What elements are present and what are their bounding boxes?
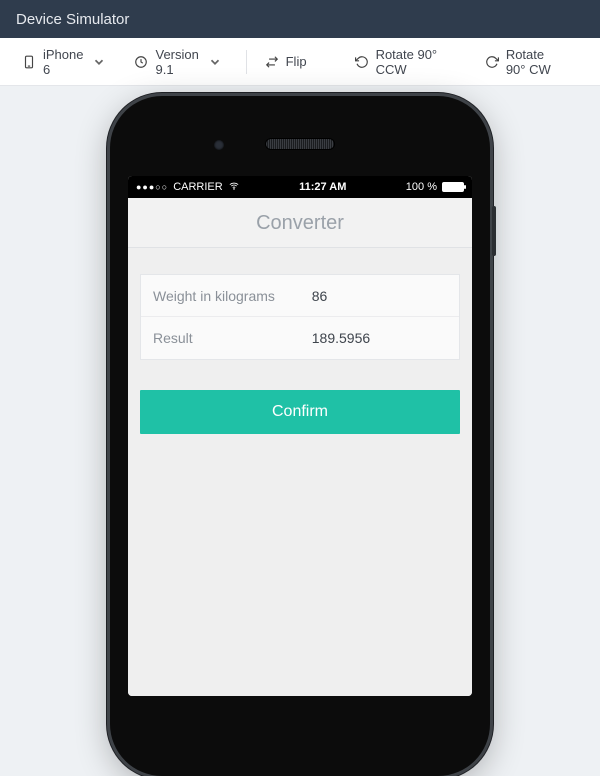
flip-icon [265, 55, 279, 69]
converter-form: Weight in kilograms 86 Result 189.5956 [140, 274, 460, 360]
confirm-button[interactable]: Confirm [140, 390, 460, 434]
wifi-icon [228, 181, 240, 194]
result-value: 189.5956 [312, 330, 447, 346]
result-row: Result 189.5956 [141, 317, 459, 359]
carrier-label: CARRIER [173, 181, 223, 193]
device-dropdown[interactable]: iPhone 6 [14, 41, 114, 83]
result-label: Result [153, 330, 312, 346]
rotate-cw-button[interactable]: Rotate 90° CW [477, 41, 574, 83]
chevron-down-icon [92, 55, 106, 69]
rotate-ccw-label: Rotate 90° CCW [376, 47, 443, 77]
weight-input-row[interactable]: Weight in kilograms 86 [141, 275, 459, 317]
app-header: Device Simulator [0, 0, 600, 38]
rotate-cw-label: Rotate 90° CW [506, 47, 566, 77]
ios-status-time: 11:27 AM [299, 181, 346, 193]
ios-status-bar: ●●●○○ CARRIER 11:27 AM 100 % [128, 176, 472, 198]
device-camera [214, 140, 224, 150]
chevron-down-icon [208, 55, 222, 69]
version-dropdown[interactable]: Version 9.1 [126, 41, 229, 83]
toolbar: iPhone 6 Version 9.1 Flip Rotate 90° CCW… [0, 38, 600, 86]
app-content: Converter Weight in kilograms 86 Result … [128, 198, 472, 696]
version-dropdown-label: Version 9.1 [155, 47, 198, 77]
device-dropdown-label: iPhone 6 [43, 47, 83, 77]
rotate-cw-icon [485, 55, 499, 69]
weight-value: 86 [312, 288, 447, 304]
device-speaker [265, 138, 335, 150]
signal-dots-icon: ●●●○○ [136, 182, 168, 192]
battery-icon [442, 182, 464, 192]
confirm-button-label: Confirm [272, 403, 328, 421]
page-title: Converter [128, 198, 472, 248]
ios-status-right: 100 % [406, 181, 464, 193]
device-screen: ●●●○○ CARRIER 11:27 AM 100 % Converter [128, 176, 472, 696]
flip-button[interactable]: Flip [257, 48, 315, 75]
rotate-ccw-icon [355, 55, 369, 69]
device-frame: ●●●○○ CARRIER 11:27 AM 100 % Converter [110, 96, 490, 776]
weight-label: Weight in kilograms [153, 288, 312, 304]
rotate-ccw-button[interactable]: Rotate 90° CCW [347, 41, 451, 83]
version-icon [134, 55, 148, 69]
simulator-stage: ●●●○○ CARRIER 11:27 AM 100 % Converter [0, 86, 600, 501]
app-header-title: Device Simulator [16, 11, 129, 28]
ios-status-left: ●●●○○ CARRIER [136, 181, 240, 194]
toolbar-divider [246, 50, 247, 74]
flip-label: Flip [286, 54, 307, 69]
phone-icon [22, 55, 36, 69]
battery-percent-label: 100 % [406, 181, 437, 193]
